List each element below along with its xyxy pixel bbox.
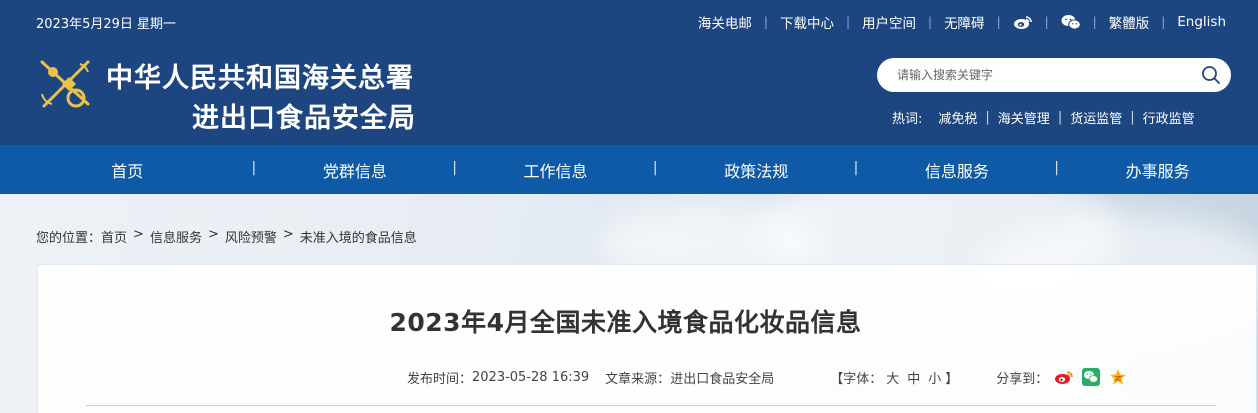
publish-time: 2023-05-28 16:39 — [472, 369, 590, 385]
wechat-icon[interactable] — [1061, 13, 1081, 31]
link-english[interactable]: English — [1177, 14, 1226, 30]
source-label: 文章来源： — [605, 371, 671, 387]
content-area: 您的位置： 首页 > 信息服务 > 风险预警 > 未准入境的食品信息 2023年… — [0, 194, 1258, 413]
link-user-space[interactable]: 用户空间 — [862, 12, 916, 32]
separator: | — [1057, 110, 1063, 125]
font-size-label: 【字体： — [830, 371, 883, 387]
customs-emblem-logo[interactable] — [36, 54, 96, 114]
breadcrumb-current[interactable]: 未准入境的食品信息 — [300, 227, 417, 246]
divider — [86, 405, 1216, 406]
separator: | — [985, 110, 990, 125]
current-date: 2023年5月29日 星期一 — [36, 17, 177, 32]
separator: | — [763, 15, 768, 29]
separator: | — [1130, 110, 1135, 125]
font-size-medium-button[interactable]: 中 — [907, 368, 920, 387]
breadcrumb-home[interactable]: 首页 — [101, 227, 127, 246]
link-download[interactable]: 下载中心 — [780, 12, 834, 32]
nav-item-info-service[interactable]: 信息服务 — [857, 158, 1058, 182]
nav-item-home[interactable]: 首页 — [0, 158, 255, 182]
qzone-icon[interactable] — [1107, 366, 1129, 388]
site-subtitle: 进出口食品安全局 — [192, 103, 416, 134]
nav-item-work[interactable]: 工作信息 — [455, 158, 656, 182]
top-links: 海关电邮 | 下载中心 | 用户空间 | 无障碍 | | | 繁體版 | Eng… — [698, 12, 1226, 32]
separator: | — [845, 15, 851, 29]
breadcrumb-prefix: 您的位置： — [36, 231, 102, 246]
search-input[interactable] — [897, 65, 1187, 85]
font-size-large-button[interactable]: 大 — [886, 368, 899, 387]
search-icon[interactable] — [1201, 65, 1221, 85]
link-traditional-chinese[interactable]: 繁體版 — [1109, 12, 1150, 32]
separator: | — [1092, 15, 1097, 29]
separator: | — [1044, 15, 1049, 29]
breadcrumb-risk-alert[interactable]: 风险预警 — [225, 227, 277, 246]
nav-item-party[interactable]: 党群信息 — [255, 158, 456, 182]
font-size-small-button[interactable]: 小 — [928, 368, 941, 387]
breadcrumb-info-service[interactable]: 信息服务 — [150, 227, 202, 246]
article-title: 2023年4月全国未准入境食品化妆品信息 — [389, 308, 862, 337]
hot-keyword[interactable]: 货运监管 — [1070, 108, 1122, 127]
hot-keywords: 热词: 减免税 | 海关管理 | 货运监管 | 行政监管 — [892, 108, 1195, 127]
hot-keyword[interactable]: 行政监管 — [1143, 108, 1195, 127]
hot-keywords-label: 热词: — [892, 112, 923, 127]
site-title: 中华人民共和国海关总署 — [106, 63, 414, 94]
nav-item-services[interactable]: 办事服务 — [1057, 158, 1258, 182]
breadcrumb-separator: > — [133, 227, 144, 242]
separator: | — [1161, 15, 1166, 29]
breadcrumb-separator: > — [282, 227, 294, 242]
hot-keyword[interactable]: 减免税 — [938, 108, 977, 127]
article-meta: 发布时间： 2023-05-28 16:39 文章来源： 进出口食品安全局 【字… — [407, 366, 1129, 388]
breadcrumb-separator: > — [207, 227, 219, 242]
nav-item-policy[interactable]: 政策法规 — [656, 158, 857, 182]
link-email[interactable]: 海关电邮 — [698, 12, 752, 32]
main-nav: 首页 | 党群信息 | 工作信息 | 政策法规 | 信息服务 | 办事服务 — [0, 145, 1258, 194]
breadcrumb: 您的位置： 首页 > 信息服务 > 风险预警 > 未准入境的食品信息 — [36, 227, 417, 246]
font-size-close: 】 — [945, 371, 959, 387]
publish-label: 发布时间： — [407, 371, 473, 387]
article-card: 2023年4月全国未准入境食品化妆品信息 发布时间： 2023-05-28 16… — [37, 264, 1257, 413]
weibo-icon[interactable] — [1013, 13, 1033, 31]
separator: | — [996, 15, 1001, 29]
article-source: 进出口食品安全局 — [670, 371, 775, 387]
wechat-icon[interactable] — [1080, 366, 1102, 388]
hot-keyword[interactable]: 海关管理 — [998, 108, 1050, 127]
separator: | — [928, 15, 933, 29]
weibo-icon[interactable] — [1053, 366, 1075, 388]
link-accessibility[interactable]: 无障碍 — [944, 12, 985, 32]
site-header: 2023年5月29日 星期一 海关电邮 | 下载中心 | 用户空间 | 无障碍 … — [0, 0, 1258, 145]
share-label: 分享到： — [996, 371, 1049, 387]
search-box — [877, 58, 1231, 92]
